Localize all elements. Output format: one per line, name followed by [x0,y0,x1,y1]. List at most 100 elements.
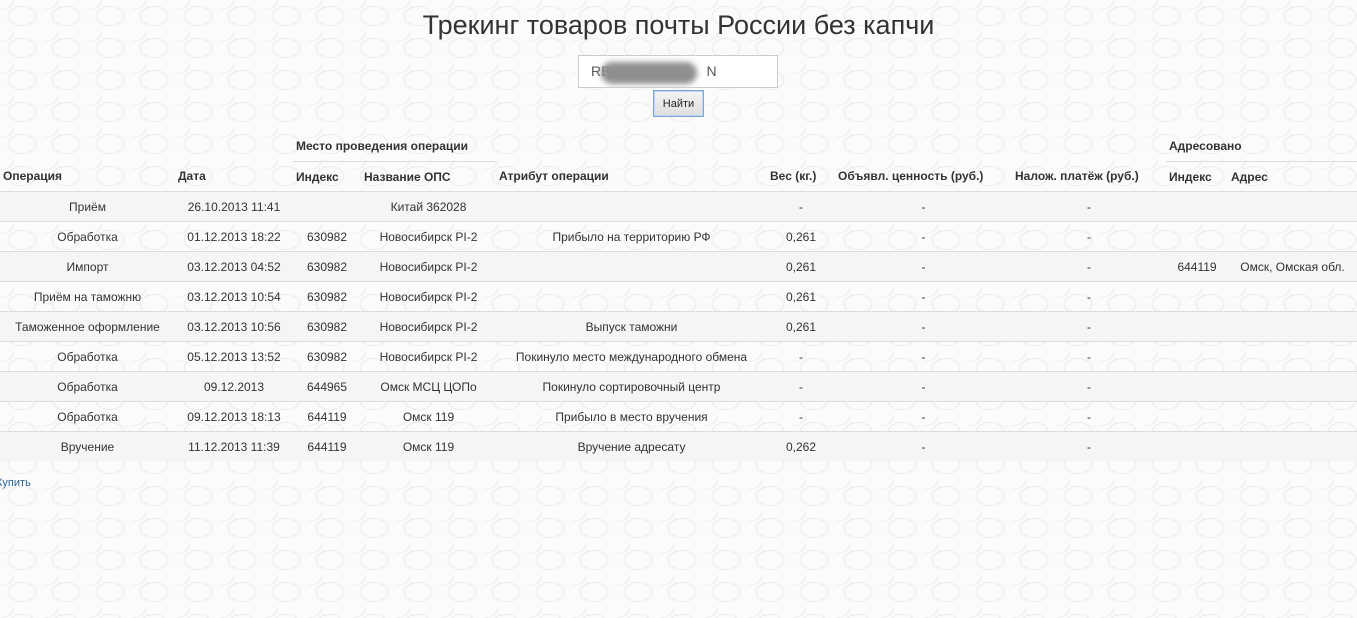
table-row: Таможенное оформление 03.12.2013 10:56 630… [0,311,1357,342]
cell-declared-value: - [835,191,1013,222]
cell-date: 09.12.2013 [175,371,293,402]
cell-weight: 0,261 [767,221,836,252]
cell-weight: - [767,401,836,432]
cell-date: 01.12.2013 18:22 [175,221,293,252]
cell-attribute: Вручение адресату [496,431,768,461]
tracking-number-input[interactable]: RBN [578,55,778,88]
cell-date: 03.12.2013 10:56 [175,311,293,342]
cell-attribute: Прибыло в место вручения [496,401,768,432]
cell-addr-index [1166,311,1229,342]
cell-addr-index [1166,191,1229,222]
page-title: Трекинг товаров почты России без капчи [422,10,935,40]
table-row: Приём на таможню 03.12.2013 10:54 630982 Но… [0,281,1357,312]
table-row: Обработка 01.12.2013 18:22 630982 Новосибир… [0,221,1357,252]
table-row: Приём 26.10.2013 11:41 Китай 362028- - - [0,191,1357,222]
cell-operation: Вручение [0,431,175,461]
cell-index: 630982 [293,251,361,282]
group-header-row: Место проведения операции Адресовано [0,131,1357,162]
cell-date: 05.12.2013 13:52 [175,341,293,372]
cell-index: 644119 [293,431,361,461]
cell-attribute [496,251,768,282]
table-row: Импорт 03.12.2013 04:52 630982 Новосибирск … [0,251,1357,282]
cell-operation: Импорт [0,251,175,282]
cell-ops-name: Новосибирск PI-2 [361,221,497,252]
cell-weight: 0,262 [767,431,836,461]
col-attribute: Атрибут операции [496,161,768,192]
table-row: Обработка 05.12.2013 13:52 630982 Новосибир… [0,341,1357,372]
cell-index [293,191,361,222]
place-group-header: Место проведения операции [293,131,497,162]
cell-declared-value: - [835,251,1013,282]
cell-operation: Таможенное оформление [0,311,175,342]
cell-cod: - [1012,281,1167,312]
cell-attribute: Покинуло место международного обмена [496,341,768,372]
cell-operation: Обработка [0,371,175,402]
cell-cod: - [1012,191,1167,222]
cell-weight: 0,261 [767,311,836,342]
cell-address [1228,401,1357,432]
cell-addr-index [1166,371,1229,402]
col-declared-value: Объявл. ценность (руб.) [835,161,1013,192]
cell-weight: - [767,191,836,222]
cell-attribute: Выпуск таможни [496,311,768,342]
col-ops-name: Название ОПС [361,161,497,192]
cell-operation: Приём на таможню [0,281,175,312]
cell-declared-value: - [835,401,1013,432]
find-button[interactable]: Найти [653,90,704,117]
tracking-table-body: Приём 26.10.2013 11:41 Китай 362028- - - Обра… [0,191,1357,461]
cell-date: 11.12.2013 11:39 [175,431,293,461]
cell-address [1228,281,1357,312]
cell-cod: - [1012,341,1167,372]
cell-ops-name: Омск МСЦ ЦОПо [361,371,497,402]
cell-operation: Обработка [0,341,175,372]
cell-attribute: Прибыло на территорию РФ [496,221,768,252]
cell-declared-value: - [835,281,1013,312]
cell-ops-name: Новосибирск PI-2 [361,281,497,312]
cell-declared-value: - [835,341,1013,372]
cell-cod: - [1012,221,1167,252]
tracking-table: Место проведения операции Адресовано Опе… [0,131,1357,461]
cell-declared-value: - [835,311,1013,342]
buy-link[interactable]: Купить [0,477,31,489]
cell-ops-name: Новосибирск PI-2 [361,251,497,282]
cell-index: 630982 [293,341,361,372]
col-weight: Вес (кг.) [767,161,836,192]
cell-addr-index [1166,281,1229,312]
cell-ops-name: Китай 362028 [361,191,497,222]
redacted-blur [601,62,697,84]
cell-ops-name: Новосибирск PI-2 [361,311,497,342]
cell-address [1228,371,1357,402]
cell-declared-value: - [835,371,1013,402]
addressed-group-header: Адресовано [1166,131,1357,162]
cell-address: Омск, Омская обл. [1228,251,1357,282]
col-date: Дата [175,161,293,192]
cell-ops-name: Омск 119 [361,431,497,461]
cell-date: 26.10.2013 11:41 [175,191,293,222]
col-operation: Операция [0,161,175,192]
table-row: Вручение 11.12.2013 11:39 644119 Омск 119 Вр… [0,431,1357,461]
column-header-row: Операция Дата Индекс Название ОПС Атрибу… [0,161,1357,192]
cell-declared-value: - [835,221,1013,252]
col-cod: Налож. платёж (руб.) [1012,161,1167,192]
cell-cod: - [1012,251,1167,282]
cell-cod: - [1012,431,1167,461]
cell-index: 644965 [293,371,361,402]
cell-operation: Приём [0,191,175,222]
cell-date: 03.12.2013 10:54 [175,281,293,312]
cell-attribute: Покинуло сортировочный центр [496,371,768,402]
col-addr-index: Индекс [1166,161,1229,192]
cell-weight: - [767,371,836,402]
cell-ops-name: Омск 119 [361,401,497,432]
cell-index: 644119 [293,401,361,432]
cell-index: 630982 [293,281,361,312]
cell-date: 09.12.2013 18:13 [175,401,293,432]
cell-operation: Обработка [0,221,175,252]
table-row: Обработка 09.12.2013 18:13 644119 Омск 119 П… [0,401,1357,432]
cell-weight: - [767,341,836,372]
cell-weight: 0,261 [767,251,836,282]
cell-cod: - [1012,311,1167,342]
cell-address [1228,191,1357,222]
cell-addr-index [1166,401,1229,432]
cell-address [1228,311,1357,342]
cell-weight: 0,261 [767,281,836,312]
